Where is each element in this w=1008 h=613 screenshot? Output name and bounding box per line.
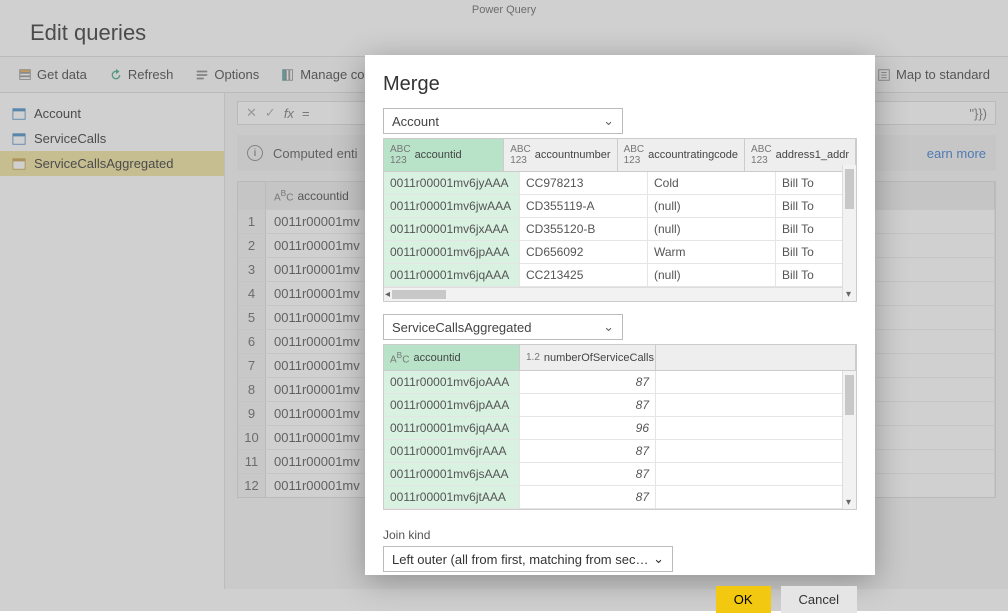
table1-select[interactable]: Account ⌄ [383, 108, 623, 134]
table-row[interactable]: 0011r00001mv6jyAAACC978213ColdBill To [384, 172, 856, 195]
column-header-accountratingcode[interactable]: ABC123accountratingcode [618, 139, 745, 171]
type-abc-icon: ABC [390, 350, 409, 365]
table-row[interactable]: 0011r00001mv6joAAA87 [384, 371, 856, 394]
column-header-address1[interactable]: ABC123address1_addr [745, 139, 856, 171]
table-row[interactable]: 0011r00001mv6jtAAA87 [384, 486, 856, 509]
chevron-down-icon: ⌄ [603, 113, 614, 129]
table-row[interactable]: 0011r00001mv6jrAAA87 [384, 440, 856, 463]
table1-preview: ABC123accountid ABC123accountnumber ABC1… [383, 138, 857, 302]
dialog-title: Merge [383, 73, 857, 96]
column-header-accountid[interactable]: ABCaccountid [384, 345, 520, 370]
table-row[interactable]: 0011r00001mv6jqAAACC213425(null)Bill To [384, 264, 856, 287]
type-abc123-icon: ABC123 [624, 144, 645, 166]
merge-dialog: Merge Account ⌄ ABC123accountid ABC123ac… [365, 55, 875, 575]
vertical-scrollbar[interactable]: ▾ [842, 371, 856, 509]
table2-select[interactable]: ServiceCallsAggregated ⌄ [383, 314, 623, 340]
table2-preview: ABCaccountid 1.2numberOfServiceCalls 001… [383, 344, 857, 510]
column-header-accountnumber[interactable]: ABC123accountnumber [504, 139, 617, 171]
table2-select-label: ServiceCallsAggregated [392, 320, 531, 335]
vertical-scrollbar[interactable]: ▾ [842, 165, 856, 301]
table-row[interactable]: 0011r00001mv6jsAAA87 [384, 463, 856, 486]
chevron-down-icon: ⌄ [653, 551, 664, 567]
type-decimal-icon: 1.2 [526, 352, 540, 363]
table-row[interactable]: 0011r00001mv6jwAAACD355119-A(null)Bill T… [384, 195, 856, 218]
join-kind-label: Join kind [383, 528, 857, 542]
table-row[interactable]: 0011r00001mv6jpAAA87 [384, 394, 856, 417]
ok-button[interactable]: OK [716, 586, 771, 613]
type-abc123-icon: ABC123 [751, 144, 772, 166]
cancel-button[interactable]: Cancel [781, 586, 857, 613]
table1-select-label: Account [392, 114, 439, 129]
join-kind-select[interactable]: Left outer (all from first, matching fro… [383, 546, 673, 572]
type-abc123-icon: ABC123 [390, 144, 411, 166]
table-row[interactable]: 0011r00001mv6jqAAA96 [384, 417, 856, 440]
horizontal-scrollbar[interactable]: ◂▸ [384, 287, 856, 301]
column-header-numberofservicecalls[interactable]: 1.2numberOfServiceCalls [520, 345, 656, 370]
type-abc123-icon: ABC123 [510, 144, 531, 166]
column-header-accountid[interactable]: ABC123accountid [384, 139, 504, 171]
table-row[interactable]: 0011r00001mv6jxAAACD355120-B(null)Bill T… [384, 218, 856, 241]
column-header-empty [656, 345, 856, 370]
chevron-down-icon: ⌄ [603, 319, 614, 335]
table-row[interactable]: 0011r00001mv6jpAAACD656092WarmBill To [384, 241, 856, 264]
join-kind-value: Left outer (all from first, matching fro… [392, 552, 648, 567]
